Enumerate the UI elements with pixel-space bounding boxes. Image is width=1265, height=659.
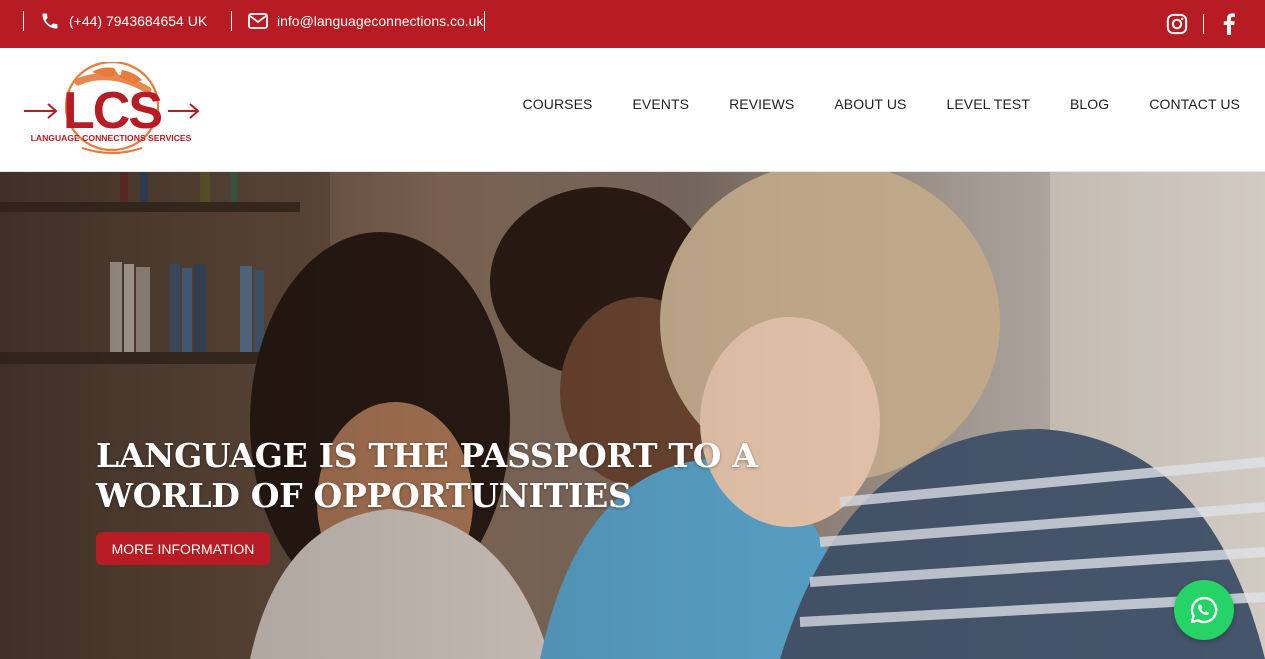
hero-banner: LANGUAGE IS THE PASSPORT TO A WORLD OF O… xyxy=(0,172,1265,659)
nav-item-reviews[interactable]: REVIEWS xyxy=(729,96,794,112)
phone-icon xyxy=(42,13,58,29)
facebook-icon xyxy=(1223,13,1235,35)
main-nav: COURSES EVENTS REVIEWS ABOUT US LEVEL TE… xyxy=(483,96,1240,112)
nav-item-about-us[interactable]: ABOUT US xyxy=(834,96,906,112)
nav-item-contact-us[interactable]: CONTACT US xyxy=(1149,96,1240,112)
logo-tagline: LANGUAGE CONNECTIONS SERVICES xyxy=(31,133,192,143)
hero-photo xyxy=(0,172,1265,659)
divider xyxy=(484,11,485,31)
more-information-button[interactable]: MORE INFORMATION xyxy=(96,532,270,565)
mail-icon xyxy=(248,13,268,29)
hero-heading: LANGUAGE IS THE PASSPORT TO A WORLD OF O… xyxy=(96,436,796,516)
instagram-link[interactable] xyxy=(1166,13,1188,40)
phone-number: (+44) 7943684654 UK xyxy=(69,13,208,29)
top-bar: (+44) 7943684654 UK info@languageconnect… xyxy=(0,0,1265,48)
whatsapp-icon xyxy=(1190,596,1218,624)
logo-letters: LCS xyxy=(63,82,161,140)
nav-item-courses[interactable]: COURSES xyxy=(523,96,593,112)
logo-graphic: LCS LANGUAGE CONNECTIONS SERVICES xyxy=(24,60,200,155)
hero-heading-line-2: WORLD OF OPPORTUNITIES xyxy=(96,476,632,515)
instagram-icon xyxy=(1166,13,1188,35)
divider xyxy=(23,11,24,31)
phone-link[interactable]: (+44) 7943684654 UK xyxy=(40,0,207,42)
lcs-logo[interactable]: LCS LANGUAGE CONNECTIONS SERVICES xyxy=(22,60,202,158)
email-link[interactable]: info@languageconnections.co.uk xyxy=(248,0,483,42)
email-address: info@languageconnections.co.uk xyxy=(277,13,484,29)
nav-item-events[interactable]: EVENTS xyxy=(632,96,689,112)
site-header: LCS LANGUAGE CONNECTIONS SERVICES COURSE… xyxy=(0,48,1265,172)
hero-heading-line-1: LANGUAGE IS THE PASSPORT TO A xyxy=(96,436,758,475)
divider xyxy=(231,11,232,31)
divider xyxy=(1203,14,1204,34)
whatsapp-button[interactable] xyxy=(1174,580,1234,640)
facebook-link[interactable] xyxy=(1222,13,1236,40)
nav-item-level-test[interactable]: LEVEL TEST xyxy=(946,96,1029,112)
nav-item-blog[interactable]: BLOG xyxy=(1070,96,1109,112)
